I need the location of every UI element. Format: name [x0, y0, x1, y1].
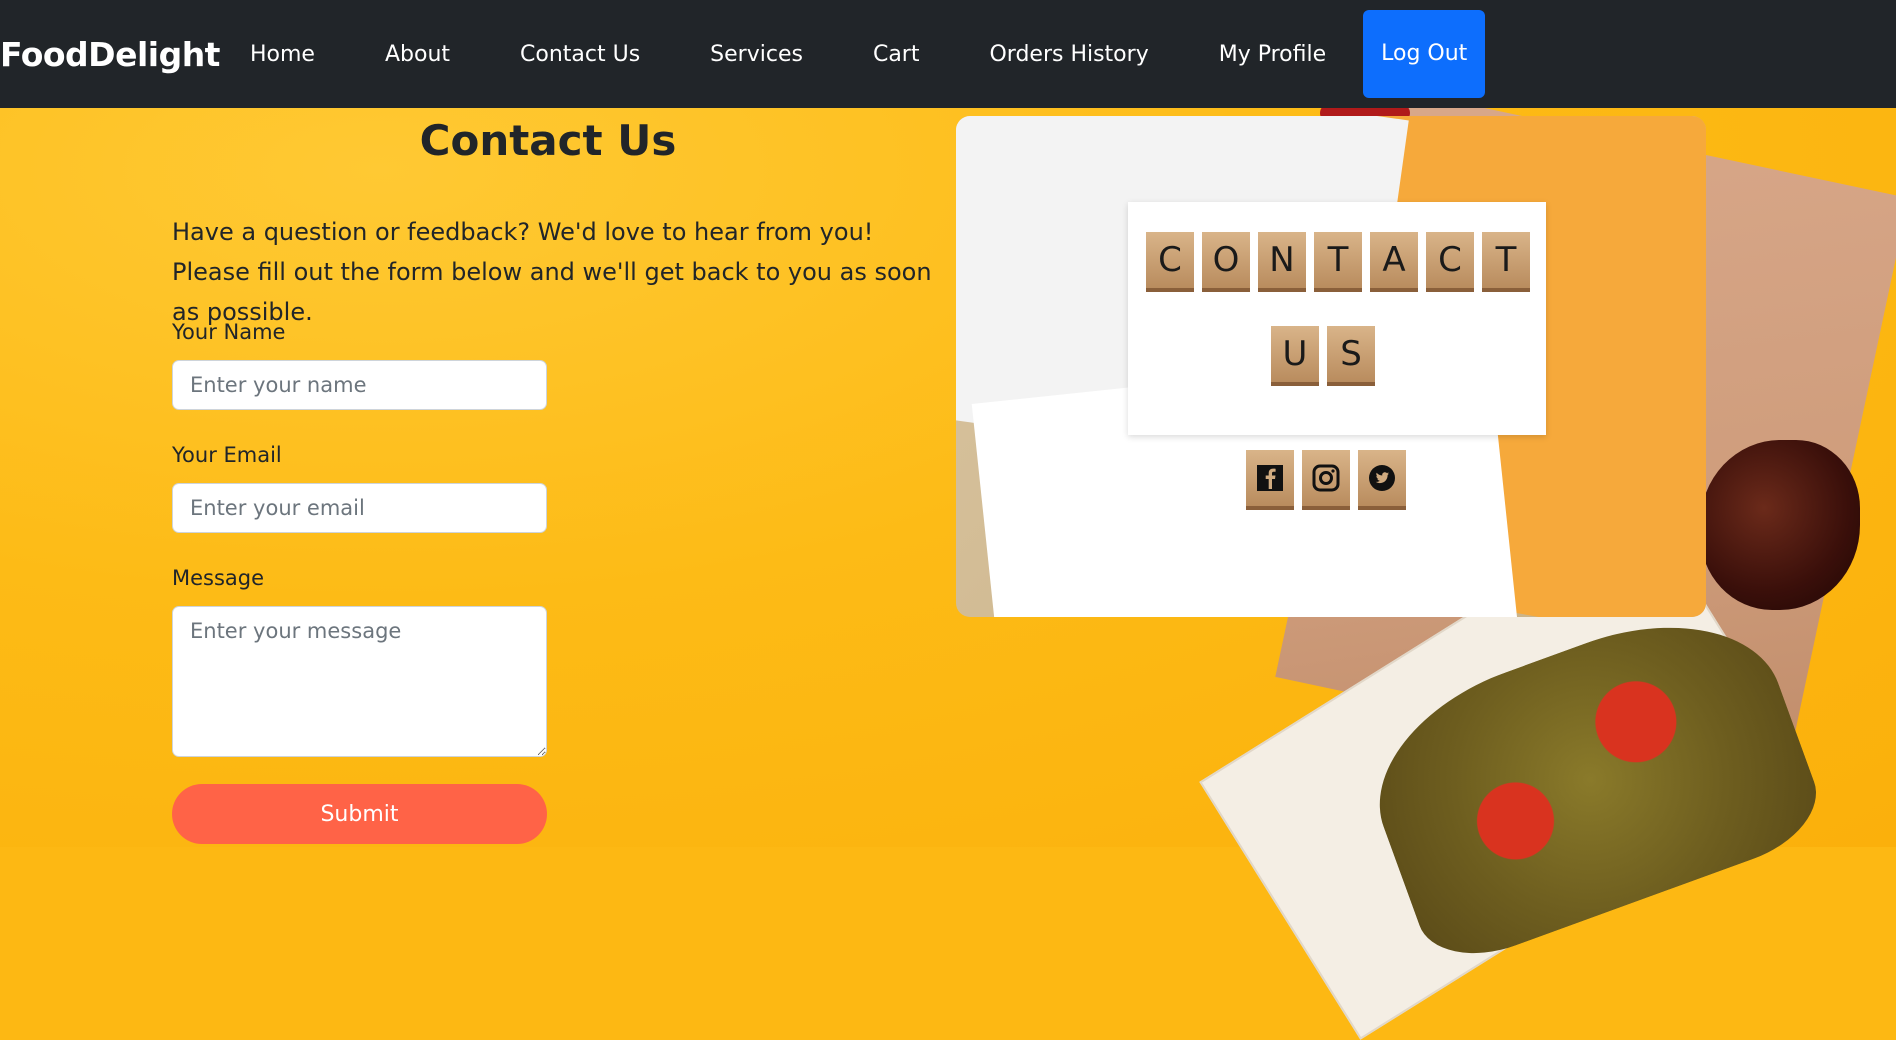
nav-home[interactable]: Home — [250, 42, 315, 67]
email-label: Your Email — [172, 443, 282, 467]
email-input[interactable] — [172, 483, 547, 533]
submit-button[interactable]: Submit — [172, 784, 547, 844]
name-label: Your Name — [172, 320, 286, 344]
facebook-icon — [1246, 450, 1294, 506]
message-textarea[interactable] — [172, 606, 547, 757]
twitter-icon — [1358, 450, 1406, 506]
letter-tile: T — [1314, 232, 1362, 288]
navbar: FoodDelight Home About Contact Us Servic… — [0, 0, 1896, 108]
logout-button[interactable]: Log Out — [1363, 10, 1486, 98]
nav-services[interactable]: Services — [710, 42, 803, 67]
nav-cart[interactable]: Cart — [873, 42, 920, 67]
letter-tile: C — [1146, 232, 1194, 288]
letter-tile: U — [1271, 326, 1319, 382]
contact-intro-text: Have a question or feedback? We'd love t… — [172, 218, 932, 326]
sauce-bowl — [1700, 440, 1860, 610]
letter-tile: A — [1370, 232, 1418, 288]
nav-contact-us[interactable]: Contact Us — [520, 42, 640, 67]
letter-tile: S — [1327, 326, 1375, 382]
message-label: Message — [172, 566, 265, 590]
letter-tile: T — [1482, 232, 1530, 288]
contact-tiles: C O N T A C T — [1146, 232, 1530, 288]
instagram-icon — [1302, 450, 1350, 506]
letter-tile: C — [1426, 232, 1474, 288]
name-input[interactable] — [172, 360, 547, 410]
nav-items: Home About Contact Us Services Cart Orde… — [222, 10, 1486, 98]
us-tiles: U S — [1271, 326, 1375, 382]
letter-tile: O — [1202, 232, 1250, 288]
contact-us-image: C O N T A C T U S — [956, 116, 1706, 617]
page-title: Contact Us — [419, 116, 677, 165]
social-tiles — [1246, 450, 1406, 506]
brand-logo[interactable]: FoodDelight — [0, 35, 222, 74]
nav-about[interactable]: About — [385, 42, 450, 67]
nav-orders-history[interactable]: Orders History — [989, 42, 1148, 67]
nav-my-profile[interactable]: My Profile — [1219, 42, 1326, 67]
letter-tile: N — [1258, 232, 1306, 288]
